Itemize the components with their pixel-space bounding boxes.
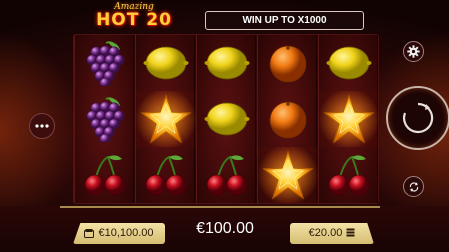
spin-arrow-icon bbox=[403, 102, 434, 134]
reel-3 bbox=[196, 35, 256, 203]
balance-value: €10,100.00 bbox=[98, 227, 154, 239]
cherries-symbol bbox=[319, 147, 379, 203]
bet-display[interactable]: €20.00 bbox=[290, 223, 374, 244]
reel-2 bbox=[135, 35, 196, 203]
lemon-symbol bbox=[319, 35, 379, 91]
autoplay-icon bbox=[409, 181, 418, 192]
win-amount: €100.00 bbox=[196, 220, 254, 237]
grapes-symbol bbox=[75, 91, 135, 147]
bottom-divider bbox=[60, 206, 380, 208]
star-symbol bbox=[136, 91, 196, 147]
reel-4 bbox=[257, 35, 318, 203]
grapes-symbol bbox=[75, 35, 135, 91]
lemon-symbol bbox=[197, 91, 257, 147]
more-dots-icon bbox=[35, 124, 49, 128]
logo-main-text: HOT 20 bbox=[96, 10, 172, 30]
gear-icon bbox=[407, 45, 420, 58]
cherries-symbol bbox=[75, 147, 135, 203]
game-logo: Amazing HOT 20 bbox=[88, 2, 180, 32]
cherries-symbol bbox=[136, 147, 196, 203]
reel-5 bbox=[318, 35, 379, 203]
menu-button[interactable] bbox=[29, 113, 55, 139]
cherries-symbol bbox=[197, 147, 257, 203]
balance-display[interactable]: €10,100.00 bbox=[73, 223, 165, 244]
coins-icon bbox=[346, 228, 355, 237]
star-symbol bbox=[319, 91, 379, 147]
max-win-banner: WIN UP TO X1000 bbox=[205, 11, 364, 30]
wallet-icon bbox=[84, 228, 95, 238]
settings-button[interactable] bbox=[403, 41, 424, 62]
orange-symbol bbox=[258, 35, 318, 91]
bet-value: €20.00 bbox=[308, 227, 343, 239]
autoplay-button[interactable] bbox=[403, 176, 424, 197]
orange-symbol bbox=[258, 91, 318, 147]
spin-button[interactable] bbox=[386, 86, 449, 150]
reels-area bbox=[73, 34, 379, 204]
lemon-symbol bbox=[197, 35, 257, 91]
reel-1 bbox=[74, 35, 134, 203]
star-symbol bbox=[258, 147, 318, 203]
lemon-symbol bbox=[136, 35, 196, 91]
